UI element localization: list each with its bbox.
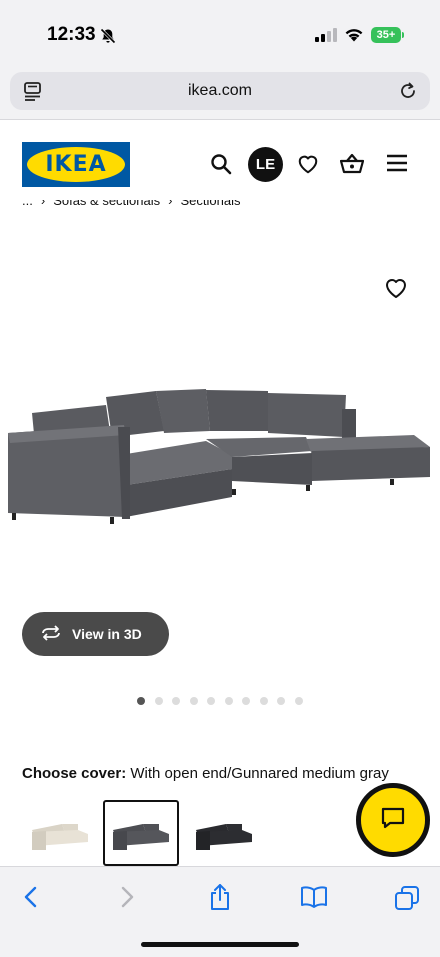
logo-oval: IKEA xyxy=(27,147,125,182)
carousel-dot[interactable] xyxy=(154,697,163,705)
choose-cover-row: Choose cover: With open end/Gunnared med… xyxy=(22,765,389,782)
battery-indicator: 35+ xyxy=(371,27,401,43)
view-in-3d-button[interactable]: View in 3D xyxy=(22,612,169,656)
breadcrumb-item[interactable]: Sofas & sectionals xyxy=(53,200,160,208)
home-indicator xyxy=(141,942,299,947)
reload-icon[interactable] xyxy=(398,81,418,106)
cellular-signal-icon xyxy=(315,28,337,47)
status-bar: 12:33 35+ xyxy=(0,0,440,68)
rotate-3d-icon xyxy=(40,624,62,644)
battery-tip xyxy=(402,32,404,38)
address-bar[interactable]: ikea.com xyxy=(10,72,430,110)
swatch-beige[interactable] xyxy=(22,800,98,866)
carousel-dot[interactable] xyxy=(172,697,180,705)
breadcrumb: ... › Sofas & sectionals › Sectionals xyxy=(22,200,248,218)
logo-text: IKEA xyxy=(45,152,107,177)
account-avatar[interactable]: LE xyxy=(248,147,283,182)
ikea-logo[interactable]: IKEA xyxy=(22,142,130,187)
favorite-heart-icon[interactable] xyxy=(384,277,410,301)
carousel-dot[interactable] xyxy=(242,697,250,705)
search-icon[interactable] xyxy=(210,153,232,180)
swatch-medium-gray[interactable] xyxy=(103,800,179,866)
swatch-dark-gray[interactable] xyxy=(186,800,262,866)
bell-muted-icon xyxy=(100,28,116,49)
menu-icon[interactable] xyxy=(386,153,408,178)
share-icon[interactable] xyxy=(208,883,232,916)
breadcrumb-ellipsis[interactable]: ... xyxy=(22,200,33,208)
chat-support-button[interactable] xyxy=(356,783,430,857)
wifi-icon xyxy=(344,27,364,47)
url-text[interactable]: ikea.com xyxy=(10,82,430,100)
chat-bubble-icon xyxy=(380,806,406,835)
back-icon[interactable] xyxy=(22,885,40,914)
breadcrumb-item[interactable]: Sectionals xyxy=(180,200,240,208)
carousel-dot[interactable] xyxy=(189,697,198,705)
carousel-dot[interactable] xyxy=(224,697,233,705)
carousel-dot[interactable] xyxy=(137,697,145,705)
forward-icon[interactable] xyxy=(118,885,136,914)
heart-icon[interactable] xyxy=(297,153,319,180)
carousel-dot[interactable] xyxy=(207,697,215,705)
carousel-dot[interactable] xyxy=(277,697,285,705)
tabs-icon[interactable] xyxy=(394,885,420,916)
product-gallery[interactable]: View in 3D xyxy=(0,220,440,690)
choose-cover-label: Choose cover: xyxy=(22,765,127,782)
site-header: IKEA LE xyxy=(0,121,440,203)
breadcrumb-separator-icon: › xyxy=(168,200,173,208)
carousel-dots xyxy=(137,697,312,705)
view-in-3d-label: View in 3D xyxy=(72,626,142,642)
bookmarks-icon[interactable] xyxy=(300,885,328,914)
breadcrumb-separator-icon: › xyxy=(40,200,46,208)
sofa-product-image xyxy=(8,389,430,524)
choose-cover-value: With open end/Gunnared medium gray xyxy=(130,765,389,782)
carousel-dot[interactable] xyxy=(259,697,268,705)
carousel-dot[interactable] xyxy=(294,697,303,705)
basket-icon[interactable] xyxy=(339,153,365,180)
status-time: 12:33 xyxy=(47,24,96,45)
browser-address-area: ikea.com xyxy=(0,68,440,120)
